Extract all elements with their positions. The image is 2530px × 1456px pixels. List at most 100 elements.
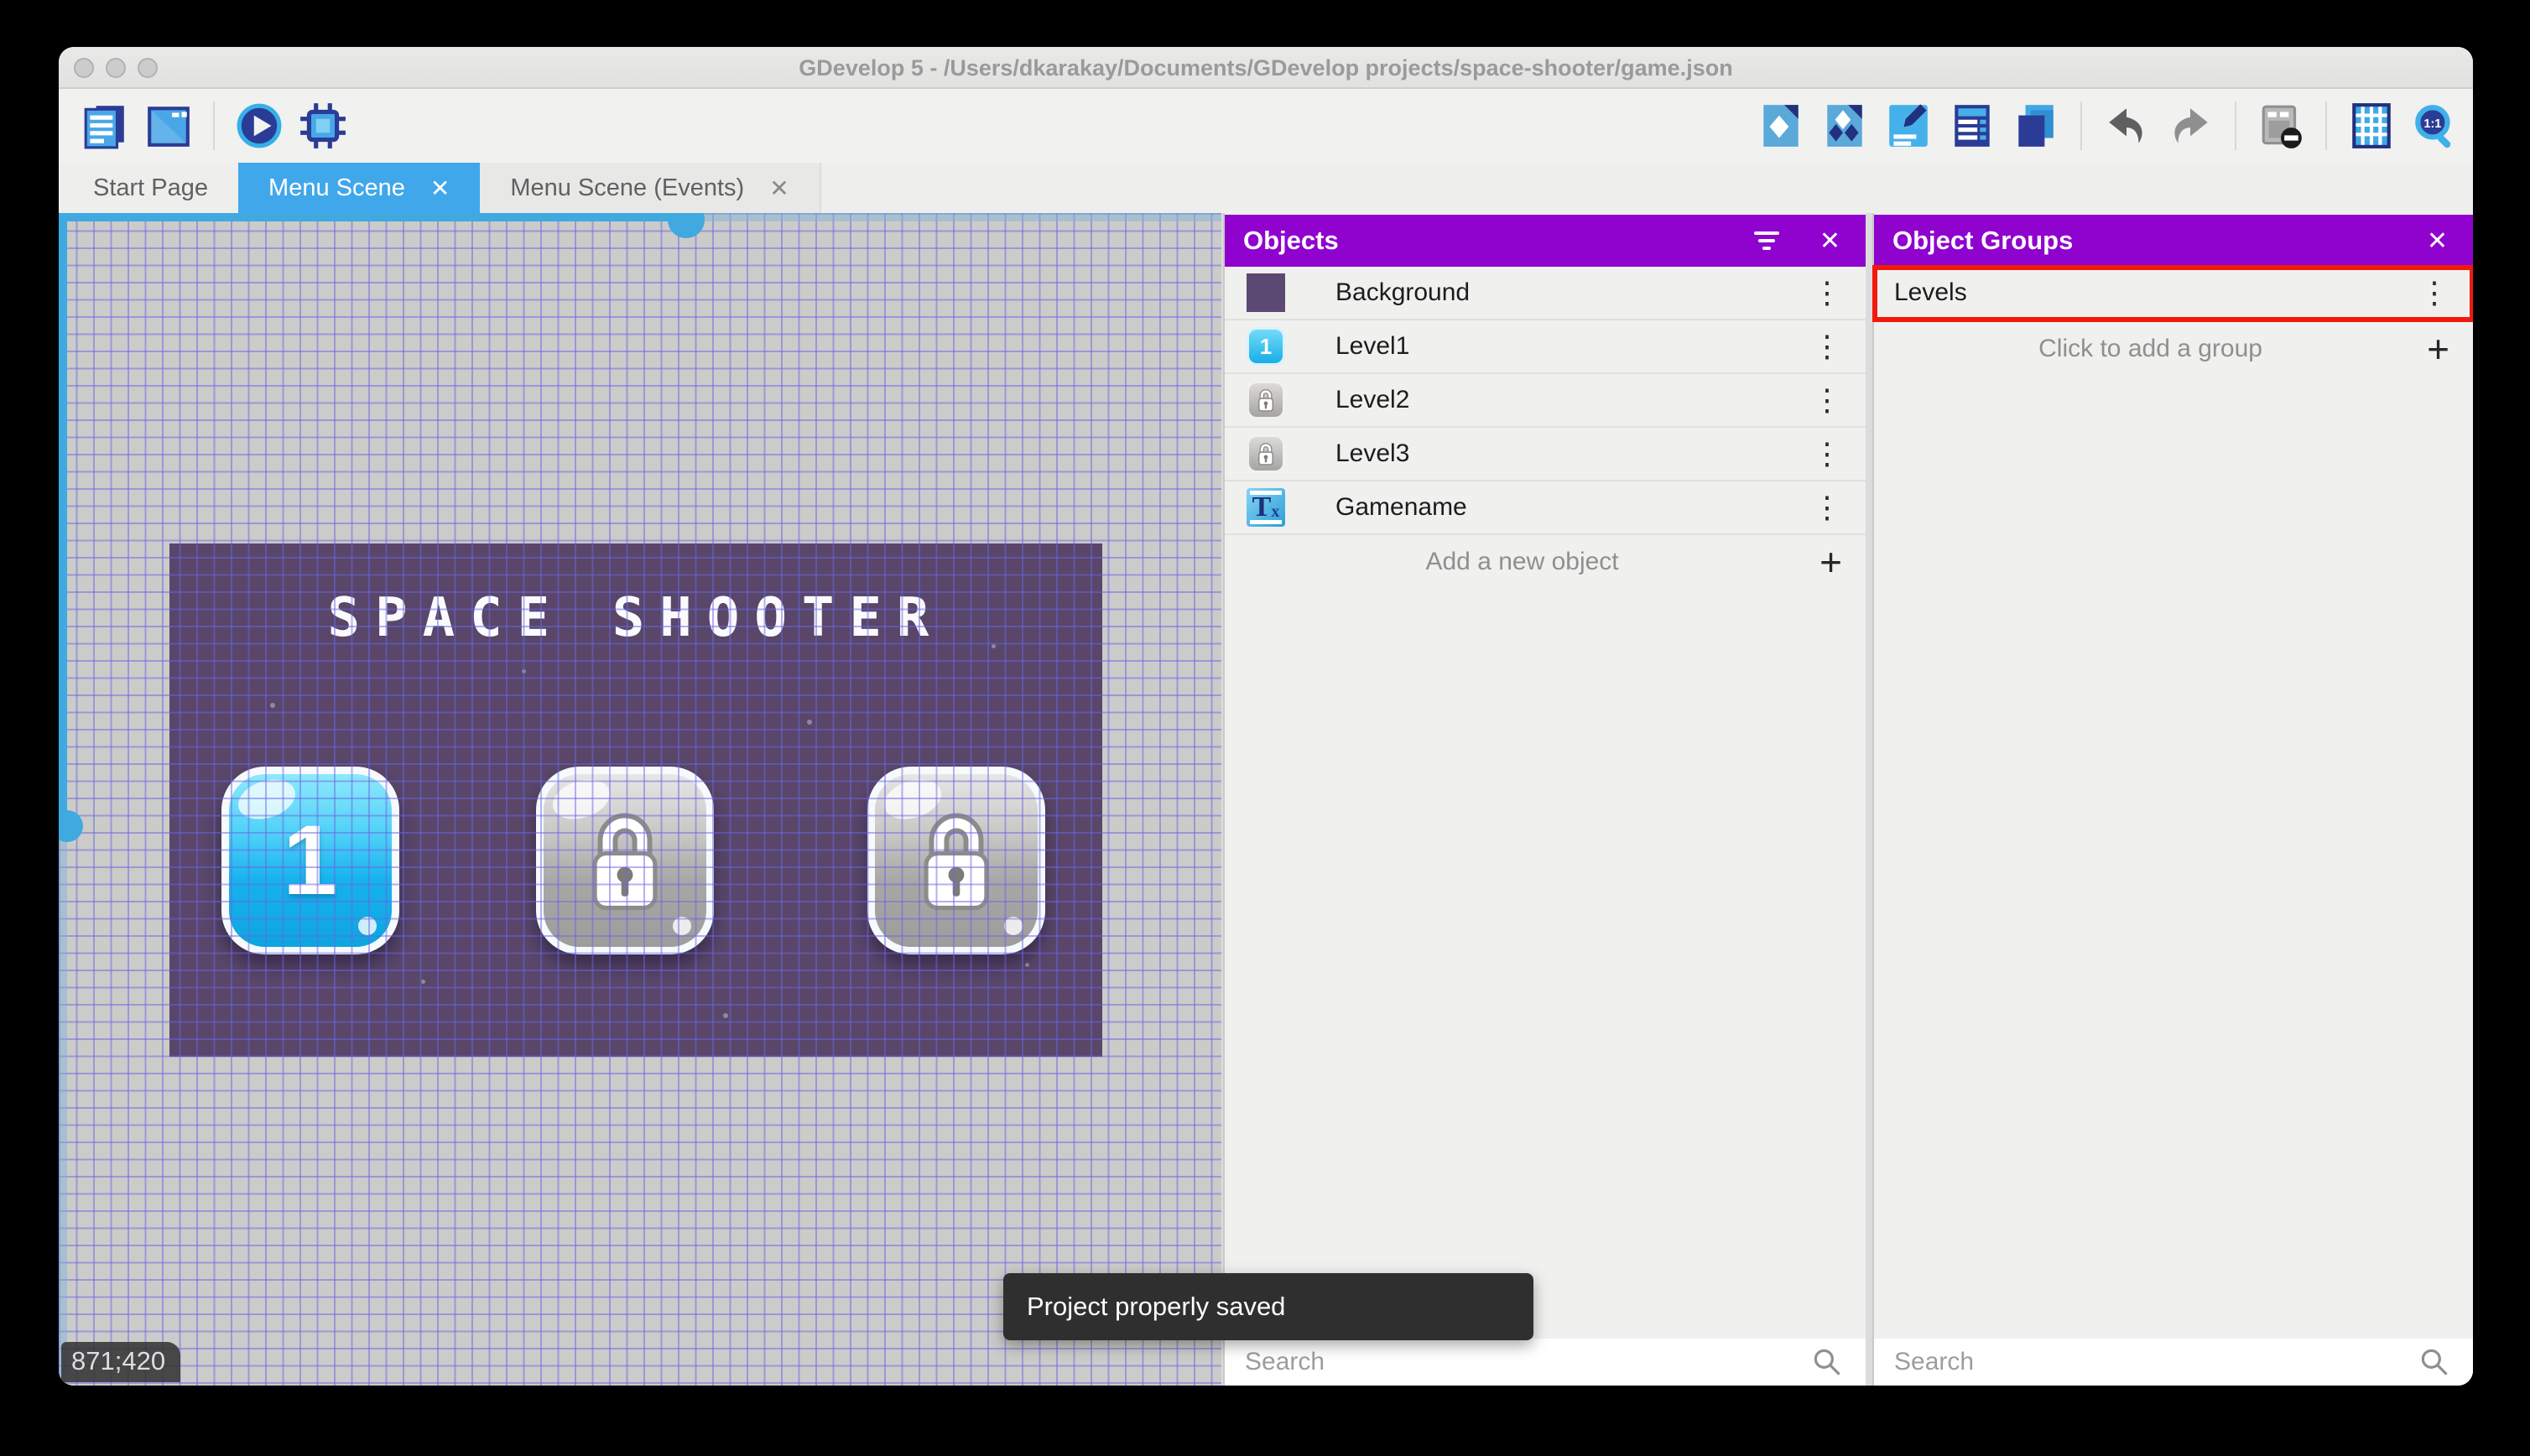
- toolbar-right-group: 1:1: [1757, 89, 2460, 163]
- lock-icon: [1257, 389, 1274, 412]
- horizontal-scrollbar-bar[interactable]: [59, 213, 686, 221]
- gdevelop-window: GDevelop 5 - /Users/dkarakay/Documents/G…: [59, 47, 2473, 1386]
- objects-panel-title: Objects: [1243, 226, 1339, 255]
- objects-panel-icon[interactable]: [1757, 101, 1805, 150]
- groups-search-bar: [1874, 1339, 2473, 1386]
- object-row-level3[interactable]: Level3 ⋮: [1225, 428, 1866, 481]
- cursor-coordinates-badge: 871;420: [61, 1342, 181, 1382]
- lock-icon: [924, 813, 989, 911]
- project-manager-icon[interactable]: [81, 101, 129, 150]
- toast-message: Project properly saved: [1027, 1292, 1286, 1321]
- background-object-icon: [1247, 273, 1285, 312]
- star-decoration: [807, 720, 812, 725]
- group-name: Levels: [1894, 278, 1967, 306]
- redo-icon[interactable]: [2166, 101, 2215, 150]
- titlebar: GDevelop 5 - /Users/dkarakay/Documents/G…: [59, 47, 2473, 89]
- scene-window-icon[interactable]: [144, 101, 193, 150]
- objects-search-input[interactable]: [1245, 1348, 1810, 1376]
- vertical-scrollbar-thumb[interactable]: [59, 810, 83, 842]
- tab-label: Start Page: [93, 174, 209, 201]
- search-icon: [1814, 1349, 1840, 1375]
- object-name: Gamename: [1335, 493, 1467, 521]
- horizontal-scrollbar-thumb[interactable]: [668, 213, 705, 238]
- play-preview-icon[interactable]: [235, 101, 284, 150]
- object-row-background[interactable]: Background ⋮: [1225, 267, 1866, 320]
- object-menu-icon[interactable]: ⋮: [1812, 492, 1842, 523]
- filter-icon[interactable]: [1752, 230, 1781, 252]
- add-object-row[interactable]: Add a new object +: [1225, 535, 1866, 589]
- save-toast: Project properly saved: [1003, 1273, 1533, 1340]
- toolbar-left-group: [81, 89, 347, 163]
- window-title: GDevelop 5 - /Users/dkarakay/Documents/G…: [799, 55, 1733, 81]
- level3-locked-button-instance[interactable]: [867, 767, 1045, 954]
- add-object-plus-icon[interactable]: +: [1819, 543, 1842, 581]
- tab-start-page[interactable]: Start Page: [63, 163, 238, 213]
- layers-icon[interactable]: [2012, 101, 2060, 150]
- toolbar-separator: [2080, 101, 2082, 150]
- objects-panel: Objects ✕ Background ⋮ 1 Level1 ⋮ Level2…: [1223, 213, 1866, 1386]
- tab-menu-scene[interactable]: Menu Scene ✕: [238, 163, 481, 213]
- scene-editor-canvas[interactable]: SPACE SHOOTER 1 871;420: [59, 213, 1221, 1386]
- render-mask-icon[interactable]: [2257, 101, 2305, 150]
- level1-object-icon: 1: [1247, 327, 1285, 366]
- star-decoration: [723, 1013, 728, 1018]
- object-menu-icon[interactable]: ⋮: [1812, 439, 1842, 469]
- scene-background-instance[interactable]: SPACE SHOOTER 1: [169, 543, 1102, 1057]
- level1-number: 1: [283, 805, 338, 916]
- object-menu-icon[interactable]: ⋮: [1812, 331, 1842, 361]
- object-row-level1[interactable]: 1 Level1 ⋮: [1225, 320, 1866, 374]
- add-group-plus-icon[interactable]: +: [2427, 330, 2449, 368]
- zoom-1-1-icon[interactable]: 1:1: [2411, 101, 2460, 150]
- star-decoration: [270, 703, 275, 708]
- tab-bar: Start Page Menu Scene ✕ Menu Scene (Even…: [59, 163, 2473, 213]
- object-groups-panel-header: Object Groups ✕: [1874, 215, 2473, 267]
- tab-menu-scene-events[interactable]: Menu Scene (Events) ✕: [480, 163, 821, 213]
- level2-locked-button-instance[interactable]: [536, 767, 714, 954]
- object-row-gamename[interactable]: Tx Gamename ⋮: [1225, 481, 1866, 535]
- level3-object-icon: [1247, 434, 1285, 473]
- properties-icon[interactable]: [1884, 101, 1933, 150]
- group-row-levels[interactable]: Levels ⋮: [1872, 265, 2473, 322]
- objects-panel-header: Objects ✕: [1225, 215, 1866, 267]
- object-name: Level1: [1335, 332, 1410, 360]
- tab-label: Menu Scene (Events): [510, 174, 745, 201]
- close-tab-icon[interactable]: ✕: [769, 174, 789, 202]
- groups-search-input[interactable]: [1894, 1348, 2418, 1376]
- toolbar-separator: [2235, 101, 2236, 150]
- object-name: Background: [1335, 278, 1471, 306]
- group-menu-icon[interactable]: ⋮: [2419, 278, 2449, 308]
- vertical-scrollbar-bar[interactable]: [59, 213, 67, 827]
- text-object-icon-t: T: [1252, 491, 1272, 523]
- star-decoration: [421, 980, 425, 984]
- add-object-label: Add a new object: [1425, 548, 1619, 575]
- debug-icon[interactable]: [299, 101, 347, 150]
- object-name: Level3: [1335, 439, 1410, 467]
- undo-icon[interactable]: [2102, 101, 2151, 150]
- object-groups-panel-icon[interactable]: [1820, 101, 1869, 150]
- star-decoration: [522, 669, 526, 673]
- game-title-text: SPACE SHOOTER: [327, 587, 945, 649]
- close-tab-icon[interactable]: ✕: [430, 174, 450, 202]
- close-panel-icon[interactable]: ✕: [2427, 226, 2448, 256]
- editor-content: SPACE SHOOTER 1 871;420 Objects ✕ Backgr…: [59, 213, 2473, 1386]
- object-groups-panel: Object Groups ✕ Levels ⋮ Click to add a …: [1872, 213, 2473, 1386]
- object-row-level2[interactable]: Level2 ⋮: [1225, 374, 1866, 428]
- object-menu-icon[interactable]: ⋮: [1812, 278, 1842, 308]
- text-object-icon: Tx: [1247, 488, 1285, 527]
- lock-icon: [592, 813, 658, 911]
- star-decoration: [1025, 963, 1029, 967]
- object-name: Level2: [1335, 386, 1410, 413]
- star-decoration: [992, 644, 996, 648]
- tab-label: Menu Scene: [268, 174, 405, 201]
- text-object-icon-x: x: [1271, 502, 1280, 521]
- toolbar-separator: [213, 101, 215, 150]
- object-menu-icon[interactable]: ⋮: [1812, 385, 1842, 415]
- level2-object-icon: [1247, 381, 1285, 419]
- instances-list-icon[interactable]: [1948, 101, 1996, 150]
- close-panel-icon[interactable]: ✕: [1819, 226, 1840, 256]
- grid-icon[interactable]: [2347, 101, 2396, 150]
- add-group-row[interactable]: Click to add a group +: [1874, 322, 2473, 376]
- lock-icon: [1257, 443, 1274, 465]
- level1-button-instance[interactable]: 1: [221, 767, 399, 954]
- search-icon: [2421, 1349, 2448, 1375]
